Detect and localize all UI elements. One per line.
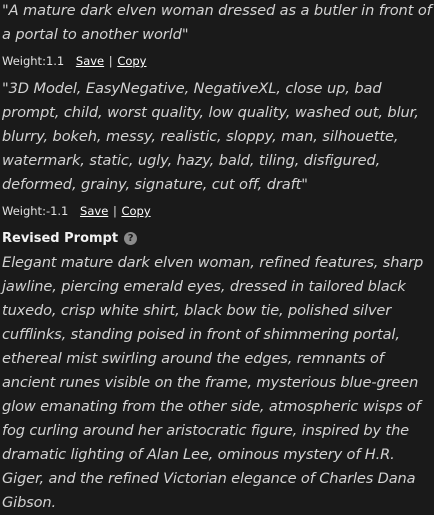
revised-prompt-text: Elegant mature dark elven woman, refined… [2,254,424,511]
positive-weight-label: Weight:1.1 [2,54,65,68]
positive-save-link[interactable]: Save [76,54,104,68]
negative-copy-link[interactable]: Copy [121,204,150,218]
positive-copy-link[interactable]: Copy [117,54,146,68]
question-circle-icon[interactable]: ? [124,231,138,245]
negative-prompt-actions: Weight:-1.1 Save | Copy [2,203,432,219]
negative-save-link[interactable]: Save [80,204,108,218]
separator: | [112,204,117,218]
revised-prompt-title: Revised Prompt [2,230,119,246]
positive-prompt-actions: Weight:1.1 Save | Copy [2,53,432,69]
negative-weight-label: Weight:-1.1 [2,204,69,218]
separator: | [108,54,113,68]
prompt-details-panel: "A mature dark elven woman dressed as a … [0,0,434,515]
positive-prompt-text: "A mature dark elven woman dressed as a … [2,2,432,43]
negative-prompt-text: "3D Model, EasyNegative, NegativeXL, clo… [2,80,419,193]
revised-prompt-heading: Revised Prompt ? [2,229,432,247]
